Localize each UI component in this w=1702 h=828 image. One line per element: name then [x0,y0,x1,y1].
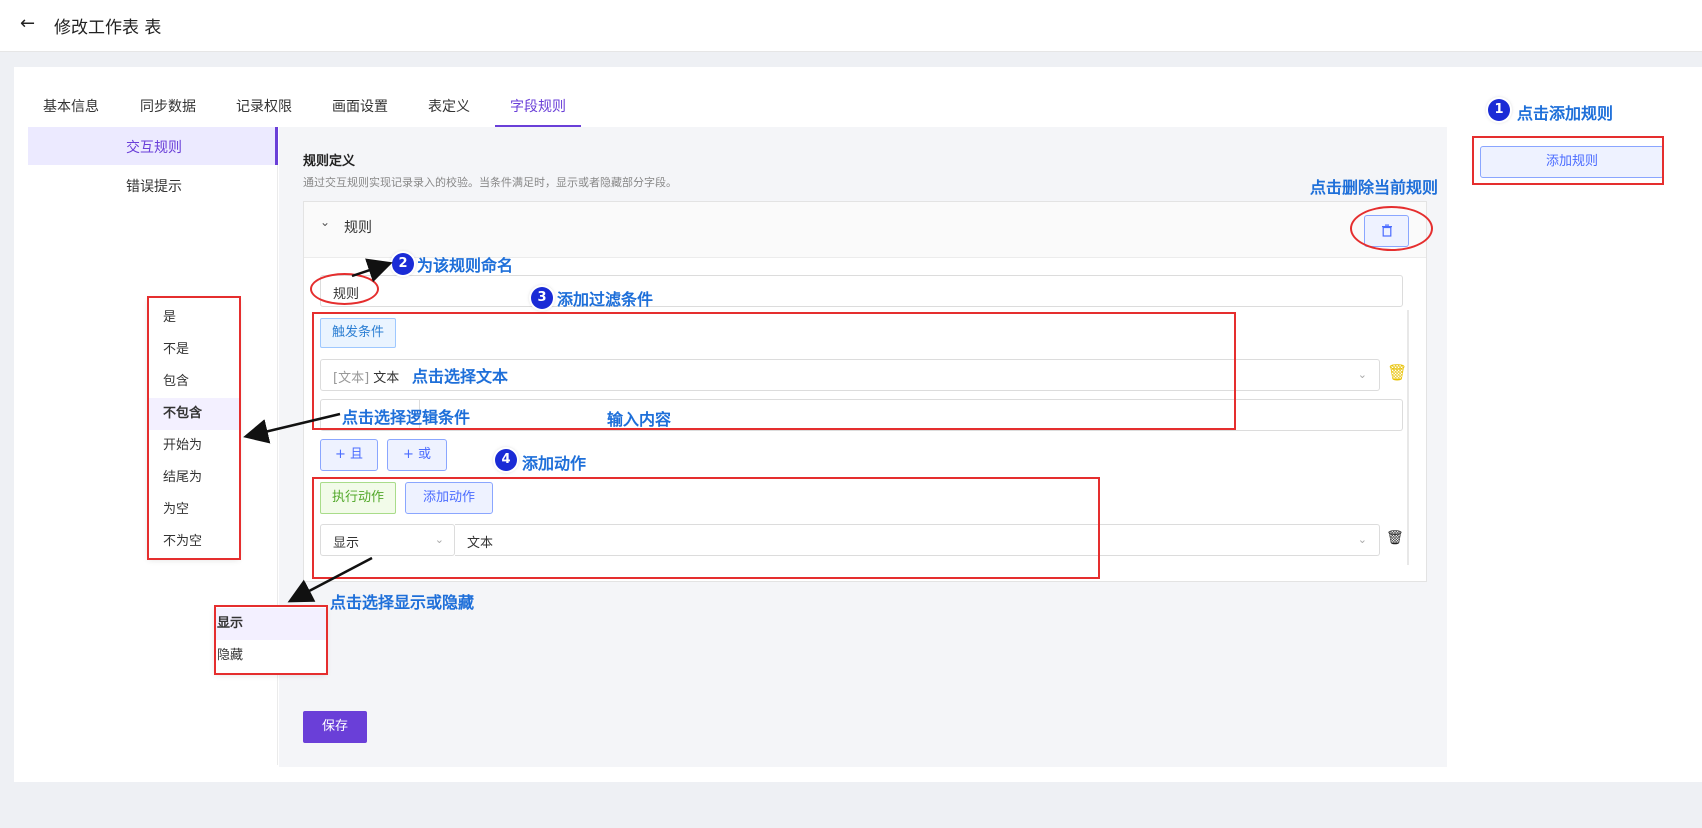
annotation-step2: 为该规则命名 [417,256,514,275]
trash-icon[interactable]: 🗑 [1386,530,1404,546]
add-or-condition-button[interactable]: + 或 [387,439,447,471]
rule-name-input[interactable]: 规则 [320,275,1403,307]
annotation-step4: 添加动作 [522,454,587,473]
chevron-down-icon[interactable]: ⌄ [320,215,330,229]
rule-panel-header[interactable] [304,202,1426,258]
annotation-box-display-options [214,605,328,675]
section-description: 通过交互规则实现记录录入的校验。当条件满足时，显示或者隐藏部分字段。 [303,176,677,189]
tab-basic-info[interactable]: 基本信息 [43,96,99,116]
tab-sync-data[interactable]: 同步数据 [140,96,196,116]
tab-field-rules[interactable]: 字段规则 [510,96,566,116]
annotation-select-display: 点击选择显示或隐藏 [330,593,475,612]
annotation-box-actions [312,477,1100,579]
add-and-condition-button[interactable]: + 且 [320,439,378,471]
subnav-item-interaction-rules[interactable]: 交互规则 [126,137,182,157]
step-badge-3: 3 [531,287,553,309]
top-header [0,0,1702,52]
tab-record-permission[interactable]: 记录权限 [236,96,292,116]
annotation-box-logic-options [147,296,241,560]
chevron-down-icon: ⌄ [1357,533,1367,546]
step-badge-1: 1 [1488,99,1510,121]
annotation-ellipse-rule-name [310,273,379,305]
annotation-step3: 添加过滤条件 [557,290,654,309]
rule-header-label: 规则 [344,220,372,236]
back-arrow-icon[interactable]: ← [20,12,44,36]
tab-screen-settings[interactable]: 画面设置 [332,96,388,116]
step-badge-4: 4 [495,449,517,471]
annotation-box-add-rule [1472,136,1664,185]
tab-table-definition[interactable]: 表定义 [428,96,470,116]
subnav-item-error-hints[interactable]: 错误提示 [126,176,182,196]
annotation-ellipse-delete [1350,206,1433,251]
annotation-input-content: 输入内容 [607,410,672,429]
page-title: 修改工作表 表 [54,18,162,38]
save-button[interactable]: 保存 [303,711,367,743]
trash-icon[interactable]: 🗑 [1387,363,1407,382]
section-title: 规则定义 [303,154,356,169]
scrollbar[interactable] [1407,310,1409,565]
annotation-select-logic: 点击选择逻辑条件 [342,408,471,427]
step-badge-2: 2 [392,253,414,275]
chevron-down-icon: ⌄ [1357,368,1367,381]
annotation-select-text: 点击选择文本 [412,367,509,386]
annotation-delete: 点击删除当前规则 [1310,178,1439,197]
annotation-step1: 点击添加规则 [1517,104,1614,123]
